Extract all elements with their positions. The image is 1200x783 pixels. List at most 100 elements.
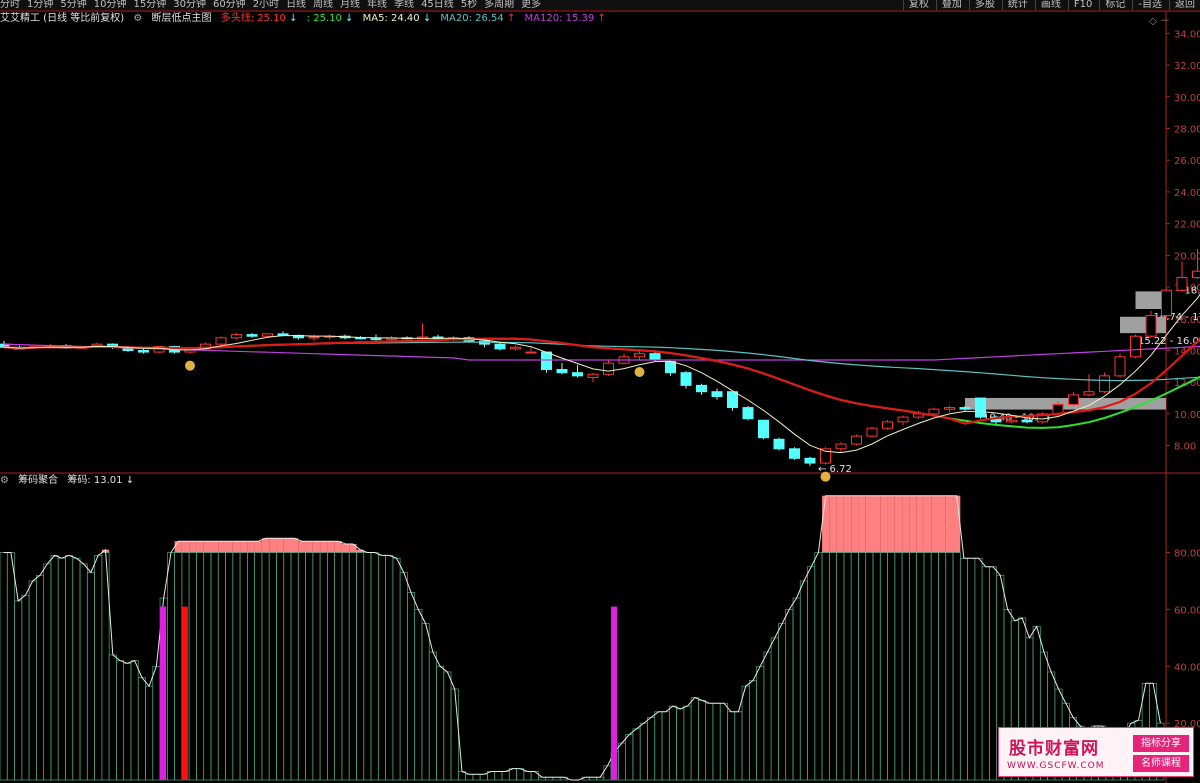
chip-bar: [850, 552, 859, 781]
chip-bar: [894, 552, 903, 781]
indicator-gear-icon[interactable]: ⚙: [133, 13, 142, 24]
chip-bar: [938, 552, 947, 781]
period-tab-5[interactable]: 30分钟: [173, 0, 206, 10]
period-tab-0[interactable]: 分时: [0, 0, 20, 10]
chip-bar: [261, 552, 270, 781]
price-chart-canvas[interactable]: 8.0010.0012.0014.0016.0018.0020.0022.002…: [0, 0, 1200, 783]
chip-bar-top: [945, 495, 954, 553]
chip-bar: [450, 688, 459, 781]
chip-bar: [108, 654, 117, 781]
tool-button-1[interactable]: 叠加: [935, 0, 967, 10]
period-tab-10[interactable]: 月线: [340, 0, 360, 10]
chip-bar: [225, 552, 234, 781]
chip-bar: [94, 555, 103, 781]
chip-bar: [632, 728, 641, 781]
sub-indicator-name[interactable]: 筹码聚合: [18, 475, 58, 486]
period-tab-1[interactable]: 1分钟: [27, 0, 53, 10]
chip-bar: [676, 708, 685, 781]
period-tab-3[interactable]: 10分钟: [94, 0, 127, 10]
chip-bar: [887, 552, 896, 781]
candle-body: [1006, 419, 1017, 423]
candle-body: [308, 336, 320, 339]
sub-gear-icon[interactable]: ⚙: [0, 475, 9, 486]
period-tab-9[interactable]: 周线: [313, 0, 333, 10]
chip-bar: [196, 552, 205, 781]
chip-bar: [421, 623, 430, 781]
chip-bar: [188, 552, 197, 781]
chip-bar-top: [196, 541, 204, 553]
tool-button-5[interactable]: F10: [1067, 0, 1097, 10]
chip-bar-top: [247, 541, 255, 553]
chip-bar-top: [953, 495, 961, 553]
period-tab-15[interactable]: 多周期: [484, 0, 514, 10]
tool-button-8[interactable]: 返回: [1169, 0, 1200, 10]
tool-button-0[interactable]: 复权: [902, 0, 934, 10]
chip-bar-top: [341, 544, 350, 553]
down-arrow-icon: ↓: [422, 13, 432, 24]
diamond-icon[interactable]: ◇: [1149, 16, 1157, 27]
chip-bar-top: [880, 495, 888, 553]
indicator-name[interactable]: 断层低点主图: [152, 13, 212, 24]
period-tab-4[interactable]: 15分钟: [133, 0, 166, 10]
chip-bar-top: [938, 495, 946, 553]
y-tick-label: 26.00: [1174, 156, 1200, 167]
chip-bar: [123, 663, 132, 781]
chip-bar: [363, 552, 372, 781]
period-tab-2[interactable]: 5分钟: [60, 0, 86, 10]
candle-body: [1099, 375, 1110, 393]
watermark-tag-indicator: 指标分享: [1133, 735, 1189, 752]
y-tick-label: 8.00: [1174, 442, 1196, 453]
chip-bar: [443, 671, 452, 781]
period-tab-7[interactable]: 2小时: [253, 0, 279, 10]
tool-button-6[interactable]: 标记: [1099, 0, 1130, 10]
candle-body: [851, 435, 862, 445]
chip-bar: [152, 665, 161, 781]
chip-bar-top: [181, 541, 190, 553]
candle-body: [246, 334, 258, 337]
period-tab-13[interactable]: 45日线: [421, 0, 454, 10]
chip-bar: [472, 773, 481, 781]
y-tick-label: 20.00: [1174, 251, 1200, 262]
chip-bar: [865, 552, 874, 781]
candle-body: [665, 361, 676, 374]
period-tab-12[interactable]: 季线: [394, 0, 414, 10]
chip-bar: [254, 552, 263, 781]
chip-bar: [734, 711, 743, 781]
down-arrow-icon: ↓: [345, 13, 354, 24]
chip-bar: [14, 600, 23, 781]
chip-bar: [698, 700, 707, 781]
chip-bar: [203, 552, 212, 781]
chip-bar: [727, 711, 736, 781]
chip-bar-top: [894, 495, 903, 553]
tool-button-4[interactable]: 画线: [1034, 0, 1066, 10]
gap-zone-label: 15.22 - 16.00: [1138, 336, 1200, 347]
chip-bar: [341, 552, 350, 781]
chip-bar: [967, 557, 976, 781]
chip-bar-top: [218, 541, 226, 553]
period-tab-6[interactable]: 60分钟: [213, 0, 246, 10]
candle-body: [510, 346, 521, 350]
period-tab-8[interactable]: 日线: [286, 0, 306, 10]
chip-bar-top: [858, 495, 866, 553]
sub-y-tick-label: 40.00: [1174, 662, 1200, 673]
candle-body: [649, 353, 661, 361]
minus-icon[interactable]: －: [1160, 16, 1170, 27]
period-tab-11[interactable]: 年线: [367, 0, 387, 10]
tool-button-3[interactable]: 统计: [1001, 0, 1033, 10]
tool-button-2[interactable]: 多股: [968, 0, 1000, 10]
period-tab-14[interactable]: 5秒: [461, 0, 477, 10]
stock-title: 艾艾精工 (日线 等比前复权): [0, 13, 125, 24]
ma20-line: [3, 337, 1200, 429]
period-tab-16[interactable]: 更多: [521, 0, 541, 10]
candle-body: [91, 343, 103, 347]
chip-bar: [770, 637, 779, 781]
tool-button-7[interactable]: -自选: [1132, 0, 1167, 10]
candle-body: [541, 351, 552, 371]
chip-bar-top: [916, 495, 924, 553]
chip-bar-top: [909, 495, 917, 553]
candle-body: [789, 448, 800, 459]
chip-bar: [828, 552, 837, 781]
chip-bar: [137, 677, 146, 781]
down-arrow-icon: ↓: [125, 475, 135, 486]
candle-body: [773, 438, 785, 450]
